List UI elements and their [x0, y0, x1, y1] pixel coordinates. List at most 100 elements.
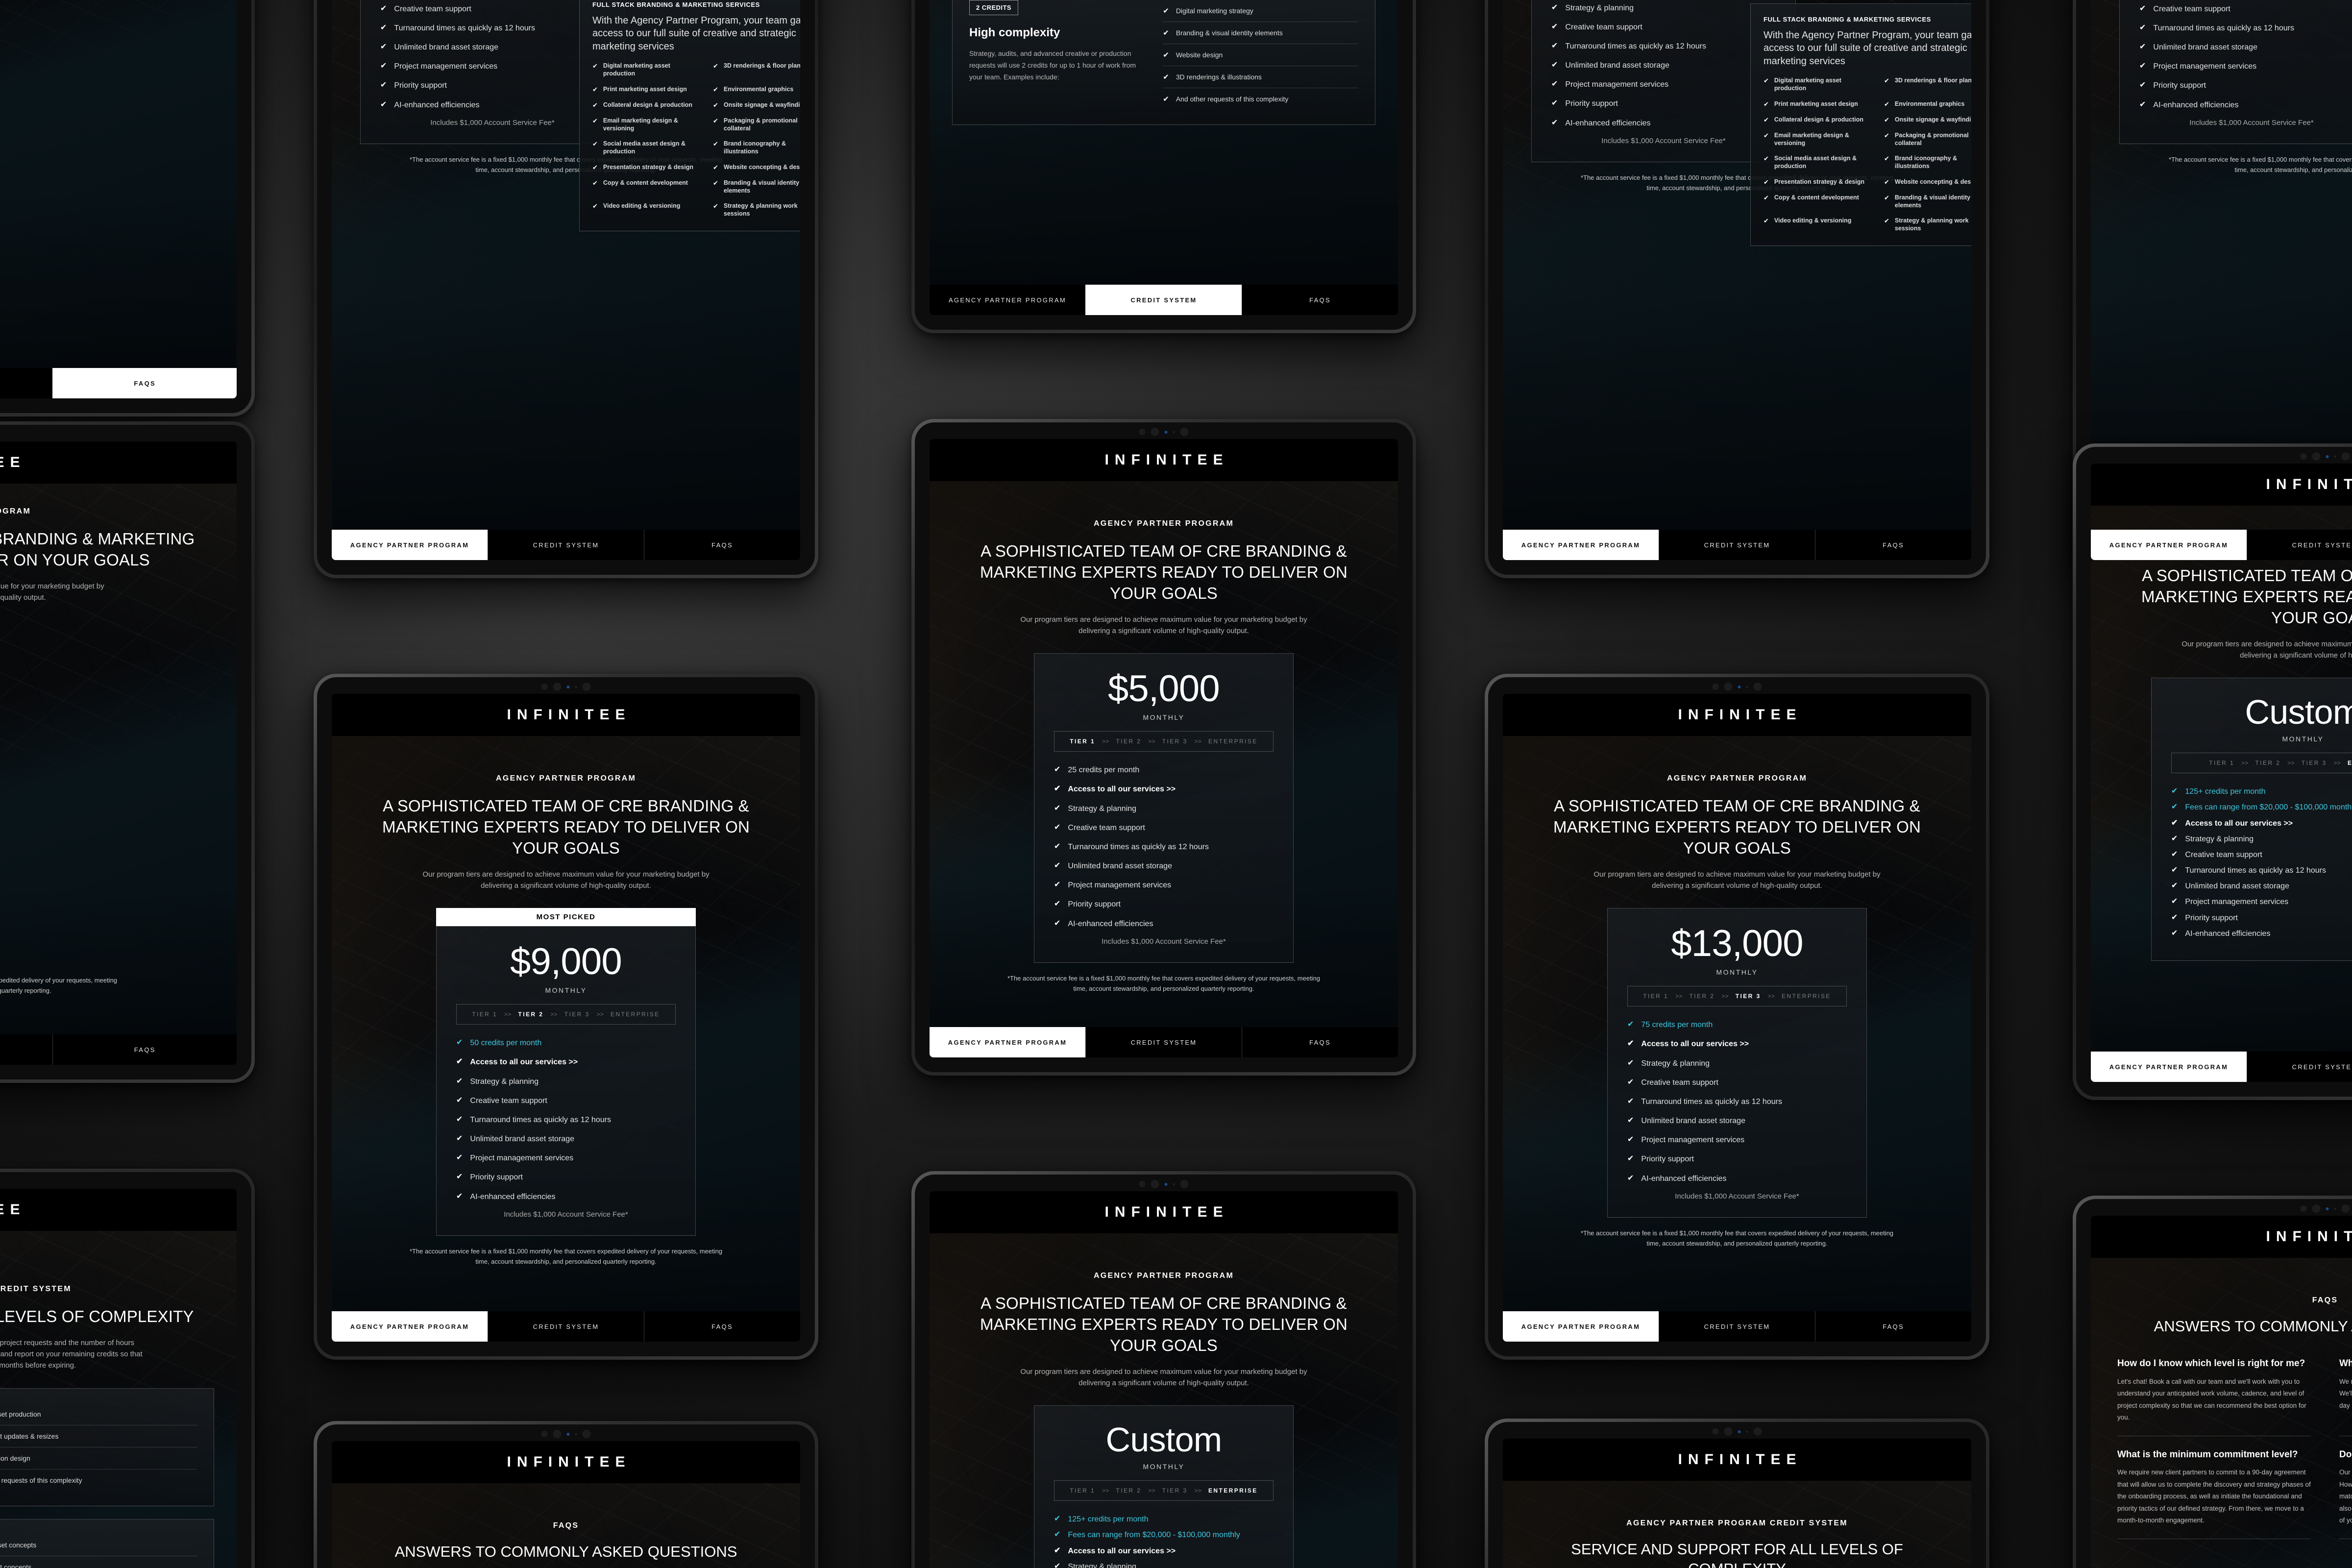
- check-icon: ✔: [1764, 194, 1769, 201]
- tab-faqs[interactable]: FAQS: [644, 1311, 800, 1342]
- tier-option-3[interactable]: TIER 3: [1162, 738, 1188, 745]
- check-icon: ✔: [1764, 155, 1769, 163]
- tab-agency-partner-program[interactable]: AGENCY PARTNER PROGRAM: [1503, 1311, 1659, 1342]
- service-label: Copy & content development: [603, 179, 688, 186]
- tab-faqs[interactable]: FAQS: [644, 530, 800, 560]
- tab-credit-system[interactable]: CREDIT SYSTEM: [1085, 1027, 1242, 1057]
- tier-option-2[interactable]: TIER 2: [518, 1011, 544, 1018]
- page-body: What if I don't use all of my credits in…: [0, 0, 237, 368]
- tab-faqs[interactable]: FAQS: [1815, 530, 1971, 560]
- plan-feature-label: Priority support: [394, 81, 447, 90]
- tablet-screen: INFINITEE AGENCY PARTNER PROGRAM A SOPHI…: [930, 439, 1398, 1057]
- service-label: Onsite signage & wayfinding: [1894, 116, 1971, 123]
- bottom-tabs[interactable]: AGENCY PARTNER PROGRAM CREDIT SYSTEM FAQ…: [2091, 1052, 2352, 1082]
- bottom-tabs[interactable]: AGENCY PARTNER PROGRAM CREDIT SYSTEM FAQ…: [0, 368, 237, 398]
- tier-option-enterprise[interactable]: ENTERPRISE: [1208, 1487, 1258, 1494]
- tab-credit-system[interactable]: CREDIT SYSTEM: [0, 368, 52, 398]
- check-icon: ✔: [380, 4, 387, 13]
- tier-option-1[interactable]: TIER 1: [1643, 993, 1668, 1000]
- check-icon: ✔: [1884, 100, 1889, 108]
- page-body: AGENCY PARTNER PROGRAM CREDIT SYSTEM SER…: [0, 1231, 237, 1568]
- page-body: AGENCY PARTNER PROGRAM A SOPHISTICATED T…: [332, 736, 800, 1311]
- bottom-tabs[interactable]: AGENCY PARTNER PROGRAM CREDIT SYSTEM FAQ…: [0, 1034, 237, 1065]
- bottom-tabs[interactable]: AGENCY PARTNER PROGRAM CREDIT SYSTEM FAQ…: [332, 1311, 800, 1342]
- bottom-tabs[interactable]: AGENCY PARTNER PROGRAM CREDIT SYSTEM FAQ…: [930, 285, 1398, 315]
- plan-feature-label: Strategy & planning: [470, 1077, 539, 1086]
- service-item: ✔ Video editing & versioning: [592, 202, 700, 218]
- check-icon: ✔: [1764, 100, 1769, 108]
- tab-credit-system[interactable]: CREDIT SYSTEM: [1659, 1311, 1815, 1342]
- tier-option-1[interactable]: TIER 1: [2209, 760, 2234, 766]
- tier-option-2[interactable]: TIER 2: [2255, 760, 2281, 766]
- bottom-tabs[interactable]: AGENCY PARTNER PROGRAM CREDIT SYSTEM FAQ…: [332, 530, 800, 560]
- plan-feature: ✔ Priority support: [1054, 899, 1274, 910]
- tier-option-1[interactable]: TIER 1: [472, 1011, 497, 1018]
- tier-selector[interactable]: TIER 1 >> TIER 2 >> TIER 3 >> ENTERPRISE: [1627, 986, 1847, 1007]
- tier-selector[interactable]: TIER 1 >> TIER 2 >> TIER 3 >> ENTERPRISE: [1054, 1480, 1274, 1501]
- tier-option-2[interactable]: TIER 2: [1690, 993, 1715, 1000]
- plan-feature: ✔ Access to all our services >>: [2171, 818, 2352, 829]
- plan-feature-label: Strategy & planning: [1068, 804, 1137, 813]
- service-label: Collateral design & production: [1774, 116, 1863, 123]
- tab-agency-partner-program[interactable]: AGENCY PARTNER PROGRAM: [332, 530, 488, 560]
- tier-sep: >>: [550, 1011, 558, 1018]
- tab-credit-system[interactable]: CREDIT SYSTEM: [1085, 285, 1242, 315]
- tablet-screen: INFINITEE What if I don't use all of my …: [0, 0, 237, 398]
- tab-faqs[interactable]: FAQS: [1815, 1311, 1971, 1342]
- page-body: AGENCY PARTNER PROGRAM A SOPHISTICATED T…: [1503, 0, 1971, 530]
- tab-faqs[interactable]: FAQS: [52, 1034, 237, 1065]
- tab-faqs[interactable]: FAQS: [52, 368, 237, 398]
- plan-feature: ✔ Project management services: [1551, 79, 1776, 90]
- plan-feature-label: Project management services: [394, 62, 498, 71]
- tier-selector[interactable]: TIER 1 >> TIER 2 >> TIER 3 >> ENTERPRISE: [456, 1004, 676, 1025]
- tab-faqs[interactable]: FAQS: [1242, 1027, 1398, 1057]
- check-icon: ✔: [1163, 7, 1169, 15]
- tab-agency-partner-program[interactable]: AGENCY PARTNER PROGRAM: [1503, 530, 1659, 560]
- tier-option-enterprise[interactable]: ENTERPRISE: [1208, 738, 1258, 745]
- plan-feature-label: Project management services: [1641, 1136, 1745, 1145]
- tier-option-3[interactable]: TIER 3: [2302, 760, 2327, 766]
- bottom-tabs[interactable]: AGENCY PARTNER PROGRAM CREDIT SYSTEM FAQ…: [1503, 530, 1971, 560]
- tab-agency-partner-program[interactable]: AGENCY PARTNER PROGRAM: [930, 285, 1085, 315]
- tab-credit-system[interactable]: CREDIT SYSTEM: [2247, 530, 2352, 560]
- tier-sep: >>: [596, 1011, 604, 1018]
- plan-feature-label: AI-enhanced efficiencies: [1641, 1174, 1727, 1183]
- check-icon: ✔: [2139, 81, 2146, 90]
- plan-feature: ✔ Strategy & planning: [456, 1076, 676, 1087]
- tier-option-3[interactable]: TIER 3: [1736, 993, 1761, 1000]
- tier-selector[interactable]: TIER 1 >> TIER 2 >> TIER 3 >> ENTERPRISE: [1054, 731, 1274, 752]
- bottom-tabs[interactable]: AGENCY PARTNER PROGRAM CREDIT SYSTEM FAQ…: [1503, 1311, 1971, 1342]
- check-icon: ✔: [456, 1038, 463, 1047]
- tablet-screen: INFINITEE AGENCY PARTNER PROGRAM A SOPHI…: [332, 0, 800, 560]
- tier-selector[interactable]: TIER 1 >> TIER 2 >> TIER 3 >> ENTERPRISE: [2171, 753, 2352, 774]
- check-icon: ✔: [713, 85, 718, 93]
- faq-question: Do you offer other pricing models?: [2339, 1449, 2352, 1460]
- tier-option-enterprise[interactable]: ENTERPRISE: [1782, 993, 1831, 1000]
- tier-option-3[interactable]: TIER 3: [564, 1011, 590, 1018]
- tab-credit-system[interactable]: CREDIT SYSTEM: [2247, 1052, 2352, 1082]
- plan-feature-list: ✔ 125+ credits per month ✔ Fees can range f…: [2171, 786, 2352, 939]
- tab-faqs[interactable]: FAQS: [1242, 285, 1398, 315]
- tier-option-1[interactable]: TIER 1: [1070, 738, 1095, 745]
- tab-credit-system[interactable]: CREDIT SYSTEM: [488, 1311, 644, 1342]
- plan-feature-label: Strategy & planning: [1641, 1059, 1710, 1068]
- tab-credit-system[interactable]: CREDIT SYSTEM: [488, 530, 644, 560]
- tab-agency-partner-program[interactable]: AGENCY PARTNER PROGRAM: [930, 1027, 1085, 1057]
- brand-logo: INFINITEE: [1678, 1451, 1802, 1468]
- service-label: Email marketing design & versioning: [603, 117, 678, 132]
- bottom-tabs[interactable]: AGENCY PARTNER PROGRAM CREDIT SYSTEM FAQ…: [930, 1027, 1398, 1057]
- tab-agency-partner-program[interactable]: AGENCY PARTNER PROGRAM: [2091, 1052, 2247, 1082]
- tab-credit-system[interactable]: CREDIT SYSTEM: [0, 1034, 52, 1065]
- tab-agency-partner-program[interactable]: AGENCY PARTNER PROGRAM: [332, 1311, 488, 1342]
- tier-option-enterprise[interactable]: ENTERPRISE: [611, 1011, 660, 1018]
- tier-option-2[interactable]: TIER 2: [1116, 1487, 1142, 1494]
- check-icon: ✔: [2139, 43, 2146, 51]
- tier-option-enterprise[interactable]: ENTERPRISE: [2348, 760, 2352, 766]
- tab-credit-system[interactable]: CREDIT SYSTEM: [1659, 530, 1815, 560]
- bottom-tabs[interactable]: AGENCY PARTNER PROGRAM CREDIT SYSTEM FAQ…: [2091, 530, 2352, 560]
- tier-option-3[interactable]: TIER 3: [1162, 1487, 1188, 1494]
- check-icon: ✔: [713, 202, 718, 210]
- tier-option-1[interactable]: TIER 1: [1070, 1487, 1095, 1494]
- tab-agency-partner-program[interactable]: AGENCY PARTNER PROGRAM: [2091, 530, 2247, 560]
- tier-option-2[interactable]: TIER 2: [1116, 738, 1142, 745]
